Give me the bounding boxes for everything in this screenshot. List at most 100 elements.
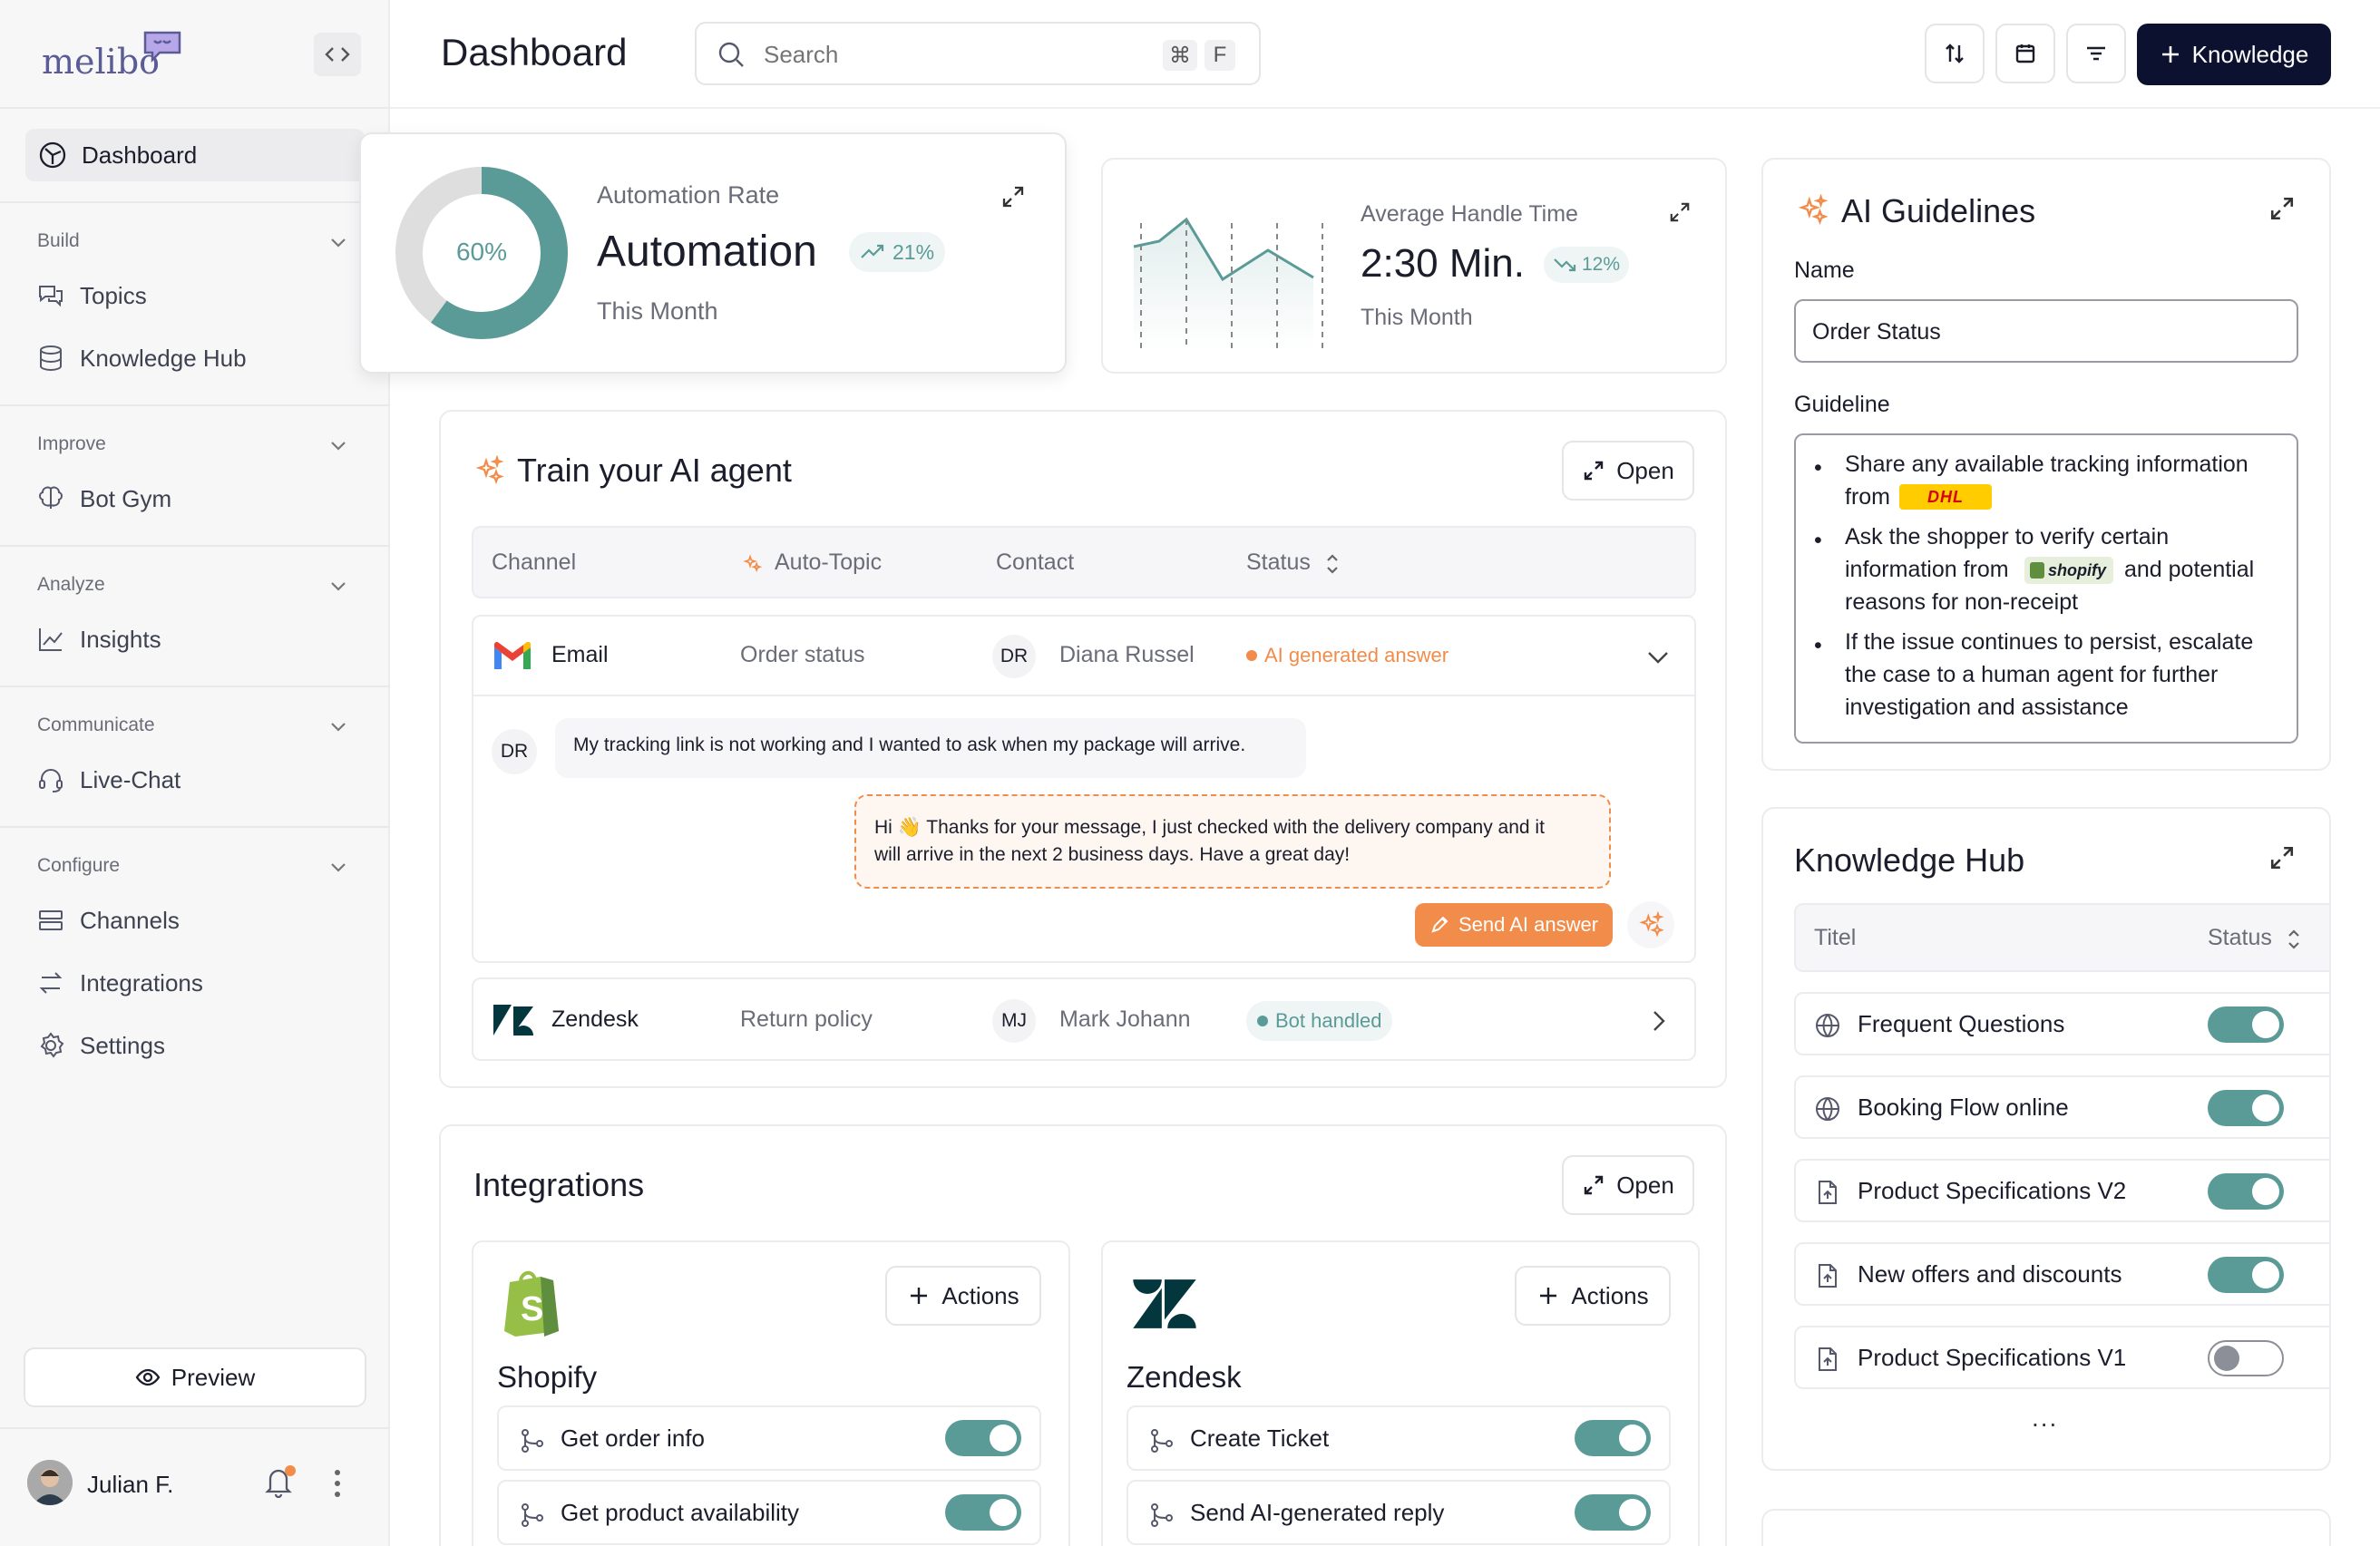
table-row[interactable]: Email Order status DR Diana Russel AI ge… [473, 617, 1694, 696]
preview-label: Preview [171, 1363, 256, 1391]
chat-avatar-initials: DR [492, 729, 537, 774]
expand-icon[interactable] [2269, 196, 2295, 221]
column-status[interactable]: Status [2208, 925, 2272, 951]
sidebar-item-knowledge-hub[interactable]: Knowledge Hub [36, 338, 247, 378]
notifications-button[interactable] [263, 1465, 296, 1502]
brain-icon [39, 486, 63, 509]
open-label: Open [1616, 1171, 1674, 1199]
logo[interactable]: melibo [42, 31, 196, 87]
avatar[interactable] [27, 1460, 73, 1505]
sidebar-item-channels[interactable]: Channels [36, 900, 180, 940]
group-configure: Configure [37, 855, 121, 876]
filter-button[interactable] [2066, 24, 2126, 83]
ai-reply-draft[interactable]: Hi 👋 Thanks for your message, I just che… [854, 794, 1611, 889]
sidebar-item-integrations[interactable]: Integrations [36, 963, 203, 1003]
sidebar-item-dashboard[interactable]: Dashboard [25, 129, 365, 181]
chevron-right-icon[interactable] [1647, 1008, 1671, 1034]
knowledge-item-toggle[interactable] [2208, 1090, 2284, 1126]
knowledge-item-product-specs-v2[interactable]: Product Specifications V2 [1794, 1159, 2329, 1222]
sidebar-item-topics[interactable]: Topics [36, 276, 147, 316]
chevron-down-icon[interactable] [328, 576, 348, 596]
integrations-open-button[interactable]: Open [1562, 1155, 1694, 1215]
search-bar[interactable]: ⌘ F [695, 22, 1261, 85]
handle-time-label: Average Handle Time [1361, 201, 1578, 227]
train-title: Train your AI agent [517, 452, 792, 489]
chevron-down-icon[interactable] [328, 716, 348, 736]
row-topic: Order status [740, 642, 865, 667]
zendesk-actions-button[interactable]: Actions [1515, 1266, 1671, 1326]
train-open-button[interactable]: Open [1562, 441, 1694, 501]
knowledge-item-booking-flow[interactable]: Booking Flow online [1794, 1075, 2329, 1139]
sort-icon[interactable] [1324, 551, 1341, 577]
shopify-badge: shopify [2024, 557, 2113, 584]
sidebar-item-live-chat[interactable]: Live-Chat [36, 760, 180, 800]
sort-icon[interactable] [2286, 927, 2302, 952]
plus-icon [2161, 46, 2179, 63]
guideline-text: If the issue continues to persist, escal… [1845, 629, 2254, 655]
knowledge-item-toggle[interactable] [2208, 1006, 2284, 1043]
expand-icon[interactable] [1001, 185, 1025, 209]
chevron-down-icon[interactable] [1645, 644, 1671, 669]
handle-time-delta: 12% [1582, 254, 1621, 275]
action-row[interactable]: Create Ticket [1127, 1405, 1671, 1471]
guideline-text: and potential [2124, 557, 2255, 582]
name-field[interactable]: Order Status [1794, 299, 2298, 363]
automation-delta-badge: 21% [849, 232, 946, 272]
knowledge-item-toggle[interactable] [2208, 1173, 2284, 1210]
knowledge-item-product-specs-v1[interactable]: Product Specifications V1 [1794, 1326, 2329, 1389]
action-row[interactable]: Send AI-generated reply [1127, 1480, 1671, 1545]
sparkles-icon [475, 455, 504, 485]
action-toggle[interactable] [945, 1420, 1021, 1456]
knowledge-item-label: Booking Flow online [1858, 1094, 2069, 1121]
search-input[interactable] [764, 38, 1108, 71]
search-icon [718, 42, 744, 67]
trending-down-icon [1554, 258, 1576, 272]
knowledge-item-toggle[interactable] [2208, 1340, 2284, 1376]
chevron-down-icon[interactable] [328, 435, 348, 455]
column-status[interactable]: Status [1246, 549, 1311, 576]
knowledge-item-frequent-questions[interactable]: Frequent Questions [1794, 992, 2329, 1055]
sidebar-item-label: Bot Gym [80, 484, 172, 512]
group-analyze: Analyze [37, 574, 105, 595]
zendesk-icon [493, 1005, 533, 1036]
table-row[interactable]: Zendesk Return policy MJ Mark Johann Bot… [472, 977, 1696, 1061]
train-table-header: Channel Auto-Topic Contact Status [472, 526, 1696, 598]
action-toggle[interactable] [1575, 1420, 1651, 1456]
knowledge-item-new-offers[interactable]: New offers and discounts [1794, 1242, 2329, 1306]
chevron-down-icon[interactable] [328, 857, 348, 877]
send-ai-answer-button[interactable]: Send AI answer [1415, 903, 1613, 947]
knowledge-item-label: New offers and discounts [1858, 1260, 2122, 1288]
chevron-down-icon[interactable] [328, 232, 348, 252]
sidebar-item-insights[interactable]: Insights [36, 619, 161, 659]
knowledge-more[interactable]: ... [2032, 1404, 2058, 1433]
status-text: AI generated answer [1264, 644, 1449, 666]
more-options-button[interactable] [328, 1467, 346, 1500]
automation-delta: 21% [892, 239, 935, 264]
regenerate-button[interactable] [1627, 901, 1674, 948]
calendar-button[interactable] [1995, 24, 2055, 83]
action-row[interactable]: Get product availability [497, 1480, 1041, 1545]
knowledge-item-toggle[interactable] [2208, 1257, 2284, 1293]
action-label: Send AI-generated reply [1190, 1499, 1445, 1526]
bullet-dot: • [1814, 455, 1822, 481]
action-toggle[interactable] [1575, 1494, 1651, 1531]
bullet-dot: • [1814, 633, 1822, 658]
action-row[interactable]: Get order info [497, 1405, 1041, 1471]
sidebar-item-bot-gym[interactable]: Bot Gym [36, 479, 171, 519]
preview-button[interactable]: Preview [24, 1347, 366, 1407]
knowledge-item-label: Product Specifications V2 [1858, 1177, 2127, 1204]
row-topic: Return policy [740, 1006, 873, 1032]
guideline-text: reasons for non-receipt [1845, 589, 2079, 615]
expand-icon[interactable] [2269, 845, 2295, 870]
sort-button[interactable] [1925, 24, 1985, 83]
action-toggle[interactable] [945, 1494, 1021, 1531]
bullet-dot: • [1814, 528, 1822, 553]
collapse-sidebar-button[interactable] [314, 33, 361, 76]
divider [0, 545, 390, 547]
add-knowledge-button[interactable]: Knowledge [2137, 24, 2331, 85]
sidebar-item-settings[interactable]: Settings [36, 1026, 165, 1065]
logo-bubble-icon [143, 31, 181, 63]
expand-icon[interactable] [1669, 201, 1691, 223]
guideline-field[interactable]: • Share any available tracking informati… [1794, 433, 2298, 744]
shopify-actions-button[interactable]: Actions [885, 1266, 1041, 1326]
